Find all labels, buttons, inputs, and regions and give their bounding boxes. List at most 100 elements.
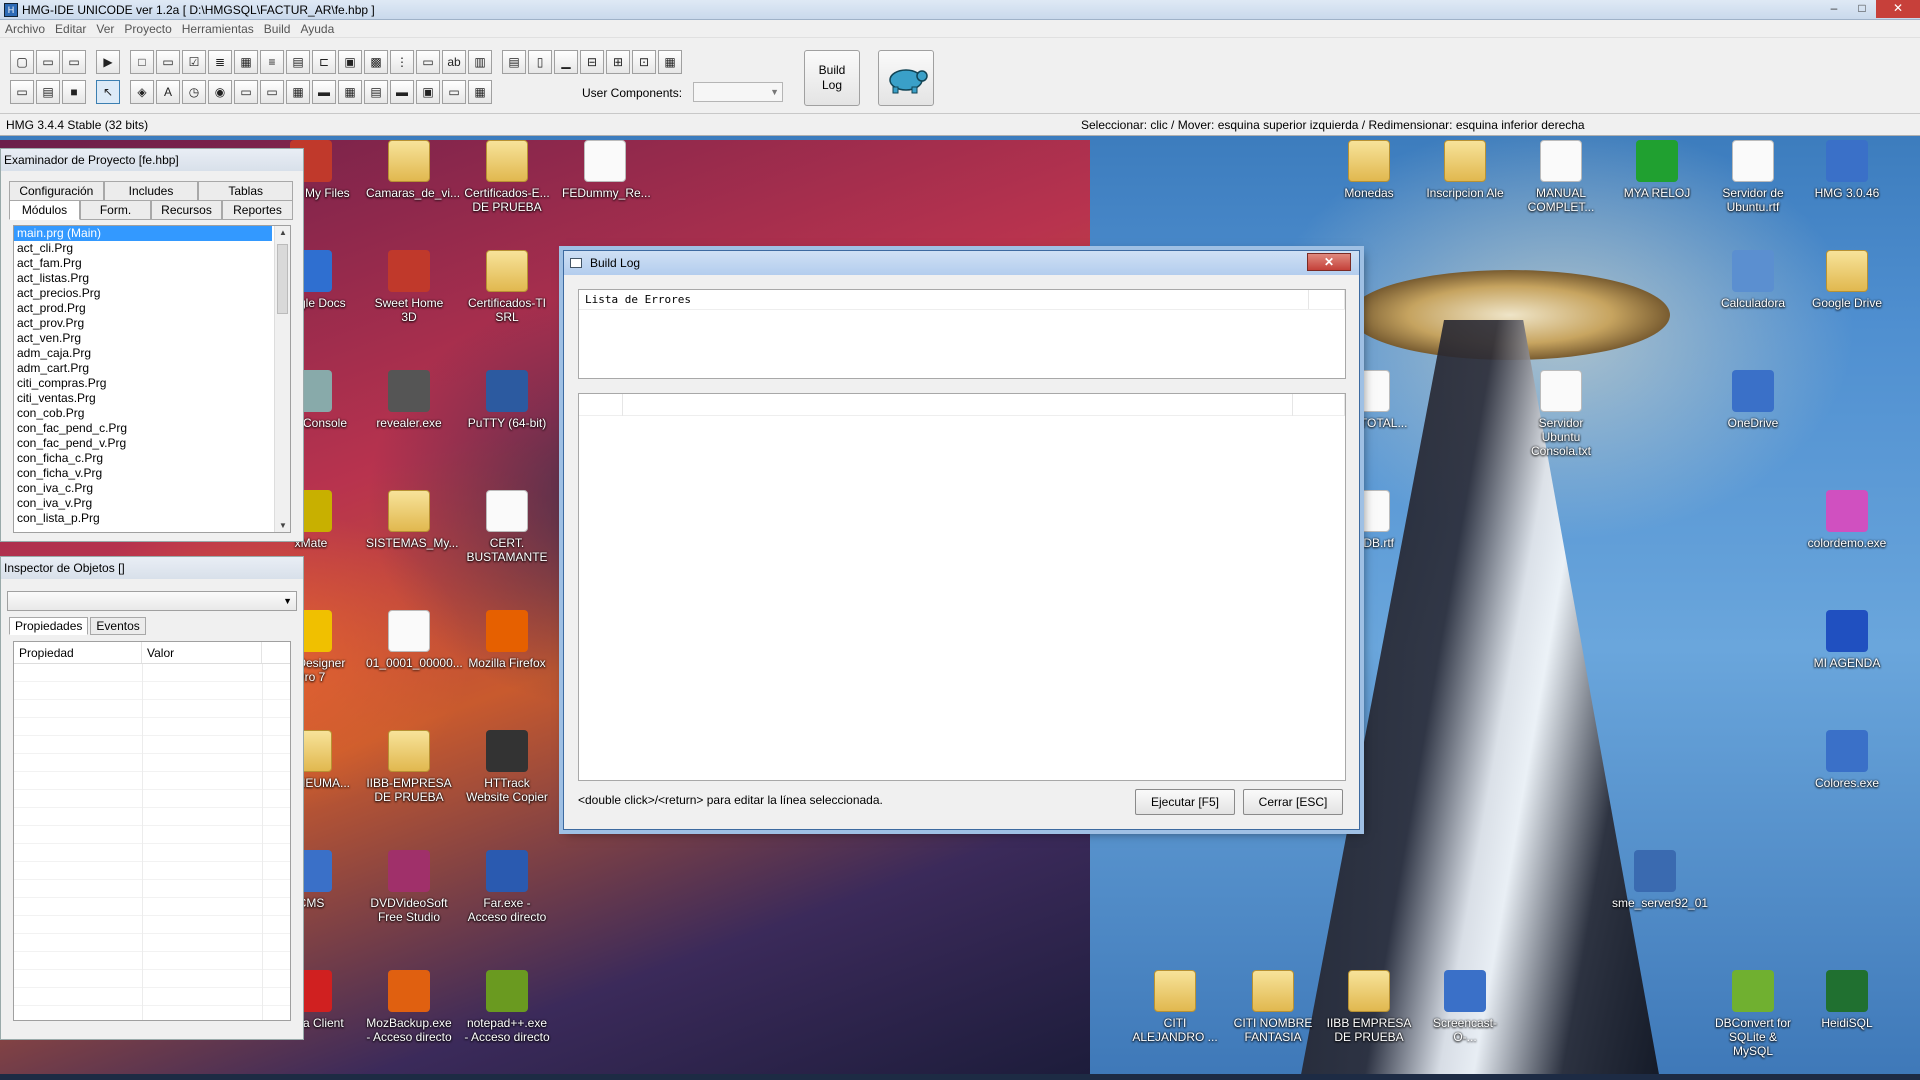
scroll-down-icon[interactable]: ▼ (279, 521, 287, 530)
desktop-icon[interactable]: Servidor de Ubuntu.rtf (1710, 140, 1796, 214)
grid-icon[interactable]: ▦ (338, 80, 362, 104)
desktop-icon[interactable]: FEDummy_Re... (562, 140, 651, 200)
module-item[interactable]: act_cli.Prg (14, 241, 290, 256)
module-item[interactable]: con_fac_pend_c.Prg (14, 421, 290, 436)
module-item[interactable]: main.prg (Main) (14, 226, 272, 241)
harbour-mascot-button[interactable] (878, 50, 934, 106)
desktop-icon[interactable]: CITI NOMBRE FANTASIA (1230, 970, 1316, 1044)
button-control-icon[interactable]: ▭ (156, 50, 180, 74)
object-select[interactable]: ▼ (7, 591, 297, 611)
tab-reportes[interactable]: Reportes (222, 200, 293, 220)
build-output-list[interactable] (578, 393, 1346, 781)
desktop-icon[interactable]: Colores.exe (1804, 730, 1890, 790)
build-log-button[interactable]: Build Log (804, 50, 860, 106)
scroll-thumb[interactable] (277, 244, 288, 314)
checkbox-control-icon[interactable]: ☑ (182, 50, 206, 74)
desktop-icon[interactable]: HeidiSQL (1804, 970, 1890, 1030)
editbox-control-icon[interactable]: ≡ (260, 50, 284, 74)
align-bottom-icon[interactable]: ▁ (554, 50, 578, 74)
tab-configuracion[interactable]: Configuración (9, 181, 104, 201)
pointer-icon[interactable]: ↖ (96, 80, 120, 104)
desktop-icon[interactable]: Certificados-TI SRL (464, 250, 550, 324)
open-folder-icon[interactable]: ▭ (36, 50, 60, 74)
scroll-up-icon[interactable]: ▲ (279, 228, 287, 237)
timer-icon[interactable]: ◷ (182, 80, 206, 104)
picture-control-icon[interactable]: ▩ (364, 50, 388, 74)
desktop-icon[interactable]: HTTrack Website Copier (464, 730, 550, 804)
module-item[interactable]: act_listas.Prg (14, 271, 290, 286)
ipaddress-icon[interactable]: ▬ (390, 80, 414, 104)
close-dialog-button[interactable]: Cerrar [ESC] (1243, 789, 1343, 815)
desktop-icon[interactable]: Google Drive (1804, 250, 1890, 310)
radio-icon[interactable]: ◉ (208, 80, 232, 104)
listbox-control-icon[interactable]: ≣ (208, 50, 232, 74)
desktop-icon[interactable]: HMG 3.0.46 (1804, 140, 1890, 200)
menu-ayuda[interactable]: Ayuda (295, 22, 339, 36)
tab-includes[interactable]: Includes (103, 181, 199, 201)
desktop-icon[interactable]: CERT. BUSTAMANTE (464, 490, 550, 564)
tab-propiedades[interactable]: Propiedades (9, 617, 89, 635)
module-item[interactable]: con_cob.Prg (14, 406, 290, 421)
desktop-icon[interactable]: Servidor Ubuntu Consola.txt (1518, 370, 1604, 458)
module-item[interactable]: citi_compras.Prg (14, 376, 290, 391)
tab-modulos[interactable]: Módulos (9, 200, 80, 220)
slider-icon[interactable]: ▭ (260, 80, 284, 104)
tab-form[interactable]: Form. (80, 200, 151, 220)
close-button[interactable]: ✕ (1876, 0, 1920, 18)
same-width-icon[interactable]: ⊟ (580, 50, 604, 74)
hotkey-icon[interactable]: ▦ (468, 80, 492, 104)
desktop-icon[interactable]: Inscripcion Ale (1422, 140, 1508, 200)
tab-tablas[interactable]: Tablas (198, 181, 294, 201)
desktop-icon[interactable]: Calculadora (1710, 250, 1796, 310)
animate-icon[interactable]: ▬ (312, 80, 336, 104)
desktop-icon[interactable]: MYA RELOJ (1614, 140, 1700, 200)
datepicker-icon[interactable]: ▦ (286, 80, 310, 104)
dialog-close-button[interactable]: ✕ (1307, 253, 1351, 271)
save-icon[interactable]: ■ (62, 80, 86, 104)
align-top-icon[interactable]: ▤ (502, 50, 526, 74)
desktop-icon[interactable]: MozBackup.exe - Acceso directo (366, 970, 452, 1044)
menu-herramientas[interactable]: Herramientas (177, 22, 259, 36)
module-item[interactable]: act_prov.Prg (14, 316, 290, 331)
order-icon[interactable]: ⊡ (632, 50, 656, 74)
module-item[interactable]: con_iva_v.Prg (14, 496, 290, 511)
desktop-icon[interactable]: Far.exe - Acceso directo (464, 850, 550, 924)
desktop-icon[interactable]: OneDrive (1710, 370, 1796, 430)
desktop-icon[interactable]: Certificados-E... DE PRUEBA (464, 140, 550, 214)
monthcal-icon[interactable]: ▭ (442, 80, 466, 104)
errors-list[interactable]: Lista de Errores (578, 289, 1346, 379)
module-item[interactable]: act_ven.Prg (14, 331, 290, 346)
desktop-icon[interactable]: IIBB-EMPRESA DE PRUEBA (366, 730, 452, 804)
menu-editar[interactable]: Editar (50, 22, 91, 36)
progressbar-icon[interactable]: ▭ (234, 80, 258, 104)
desktop-icon[interactable]: Sweet Home 3D (366, 250, 452, 324)
build-log-titlebar[interactable]: Build Log (564, 251, 1359, 275)
module-item[interactable]: citi_ventas.Prg (14, 391, 290, 406)
label-control-icon[interactable]: ⊏ (312, 50, 336, 74)
desktop-icon[interactable]: PuTTY (64-bit) (464, 370, 550, 430)
desktop-icon[interactable]: DBConvert for SQLite & MySQL (1710, 970, 1796, 1058)
modules-scrollbar[interactable]: ▲ ▼ (274, 226, 290, 532)
module-item[interactable]: adm_caja.Prg (14, 346, 290, 361)
desktop-icon[interactable]: IIBB EMPRESA DE PRUEBA (1326, 970, 1412, 1044)
desktop-icon[interactable]: CITI ALEJANDRO ... (1132, 970, 1218, 1044)
activex-icon[interactable]: ◈ (130, 80, 154, 104)
desktop-icon[interactable]: colordemo.exe (1804, 490, 1890, 550)
menu-ver[interactable]: Ver (91, 22, 119, 36)
desktop-icon[interactable]: MI AGENDA (1804, 610, 1890, 670)
richedit-icon[interactable]: ▤ (364, 80, 388, 104)
browse-control-icon[interactable]: ▤ (286, 50, 310, 74)
desktop-icon[interactable]: 01_0001_00000... (366, 610, 463, 670)
properties-icon[interactable]: ▦ (658, 50, 682, 74)
open-project-icon[interactable]: ▭ (62, 50, 86, 74)
desktop-icon[interactable]: notepad++.exe - Acceso directo (464, 970, 550, 1044)
menu-build[interactable]: Build (259, 22, 296, 36)
align-middle-icon[interactable]: ▯ (528, 50, 552, 74)
maximize-button[interactable]: □ (1848, 0, 1876, 18)
module-item[interactable]: act_prod.Prg (14, 301, 290, 316)
tab-eventos[interactable]: Eventos (90, 617, 146, 635)
hyperlink-icon[interactable]: ▣ (416, 80, 440, 104)
tab-control-icon[interactable]: ▭ (416, 50, 440, 74)
same-height-icon[interactable]: ⊞ (606, 50, 630, 74)
module-item[interactable]: act_fam.Prg (14, 256, 290, 271)
